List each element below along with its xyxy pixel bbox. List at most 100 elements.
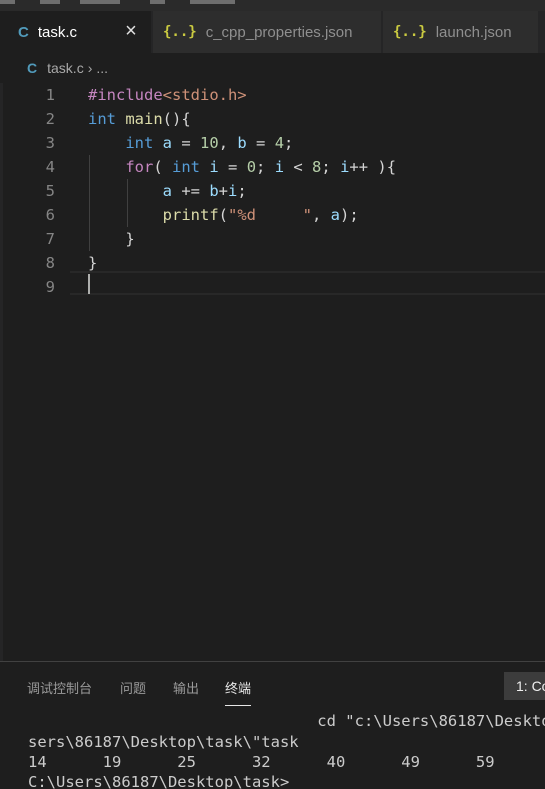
code-text: #include<stdio.h> [88,83,247,107]
tab-label: task.c [37,23,78,41]
code-token: int [172,158,200,176]
chevron-right-icon: › [87,60,93,76]
line-number: 5 [45,182,55,200]
code-token: for [125,158,154,176]
code-token: a [162,134,173,152]
code-token: i [209,158,219,176]
code-token: <stdio.h> [162,86,247,104]
line-number: 7 [45,230,55,248]
code-token: += [172,182,210,200]
code-line[interactable]: 2 int main(){ [0,107,545,131]
line-number: 1 [45,86,55,104]
code-text: int a = 10, b = 4; [88,131,293,155]
tab-debug-console[interactable]: 调试控制台 [27,678,92,702]
code-text: } [88,227,135,251]
code-token: + [218,182,229,200]
code-text: } [88,251,97,275]
code-text: printf("%d ", a); [88,203,359,227]
code-token: } [88,254,98,272]
code-token: int [88,110,116,128]
code-token: a [330,206,341,224]
code-token: i [274,158,285,176]
code-token: 10 [200,134,219,152]
code-line[interactable]: 8} [0,251,545,275]
code-token: ; [237,182,247,200]
code-token: ; [284,134,294,152]
code-token: "%d " [228,206,312,224]
line-number: 4 [45,158,55,176]
close-icon[interactable]: × [121,21,141,41]
code-token: b [209,182,219,200]
json-file-icon: {..} [393,24,427,40]
breadcrumb: C task.c › ... [0,53,545,83]
tab-terminal[interactable]: 终端 [225,678,252,706]
code-token: = [218,158,247,176]
code-token: } [88,230,135,248]
code-token: i [228,182,238,200]
terminal-select[interactable]: 1: Code [504,672,545,700]
code-token: ); [340,206,359,224]
tab-task-c[interactable]: C task.c × [0,11,152,53]
tab-label: c_cpp_properties.json [205,23,353,41]
breadcrumb-file[interactable]: task.c [47,60,84,76]
tab-c-cpp-properties-json[interactable]: {..} c_cpp_properties.json [153,11,382,53]
code-token: i [340,158,350,176]
code-line[interactable]: 5 a += b+i; [0,179,545,203]
code-token: a [162,182,172,200]
code-token: printf [162,206,219,224]
tab-launch-json[interactable]: {..} launch.json [383,11,539,53]
code-text: int main(){ [88,107,191,131]
code-token: < [284,158,313,176]
code-line[interactable]: 3 int a = 10, b = 4; [0,131,545,155]
code-token: = [172,134,201,152]
tab-output[interactable]: 输出 [173,678,199,702]
code-token: int [125,134,154,152]
code-token: 8 [312,158,322,176]
terminal-line: sers\86187\Desktop\task\"task [28,733,299,751]
title-bar [0,0,545,11]
code-line[interactable]: 6 printf("%d ", a); [0,203,545,227]
c-file-icon: C [27,60,38,76]
line-number: 6 [45,206,55,224]
code-token: 0 [246,158,257,176]
tab-problems[interactable]: 问题 [120,678,146,702]
code-line[interactable]: 7 } [0,227,545,251]
tab-label: launch.json [435,23,512,41]
code-token: = [246,134,275,152]
code-token: 4 [274,134,285,152]
terminal-line: C:\Users\86187\Desktop\task> [28,773,290,789]
code-text: a += b+i; [88,179,247,203]
code-line[interactable]: 1 #include<stdio.h> [0,83,545,107]
line-number: 2 [45,110,55,128]
line-number: 3 [45,134,55,152]
code-line[interactable]: 4 for( int i = 0; i < 8; i++ ){ [0,155,545,179]
code-token: ( [153,158,172,176]
code-token: , [312,206,331,224]
json-file-icon: {..} [163,24,197,40]
code-line[interactable]: 9 [0,275,545,299]
terminal-line: cd "c:\Users\86187\Desktop\task [317,712,545,730]
bottom-panel: 调试控制台 问题 输出 终端 1: Code cd "c:\Users\8618… [0,661,545,789]
code-token: (){ [162,110,191,128]
terminal-line: 14 19 25 32 40 49 59 70 [28,753,545,771]
code-token: , [218,134,238,152]
code-token: ( [218,206,228,224]
code-token: ++ ){ [349,158,397,176]
code-token: main [125,110,163,128]
line-number: 9 [45,278,55,296]
code-token: ; [256,158,275,176]
code-token: ; [321,158,341,176]
code-token: #include [88,86,163,104]
vscode-window: C task.c × {..} c_cpp_properties.json {.… [0,0,545,789]
breadcrumb-more[interactable]: ... [96,60,108,76]
code-token: b [237,134,247,152]
c-file-icon: C [18,23,29,41]
code-editor[interactable]: 1 #include<stdio.h> 2 int main(){3 int a = … [0,83,545,661]
code-text: for( int i = 0; i < 8; i++ ){ [88,155,396,179]
